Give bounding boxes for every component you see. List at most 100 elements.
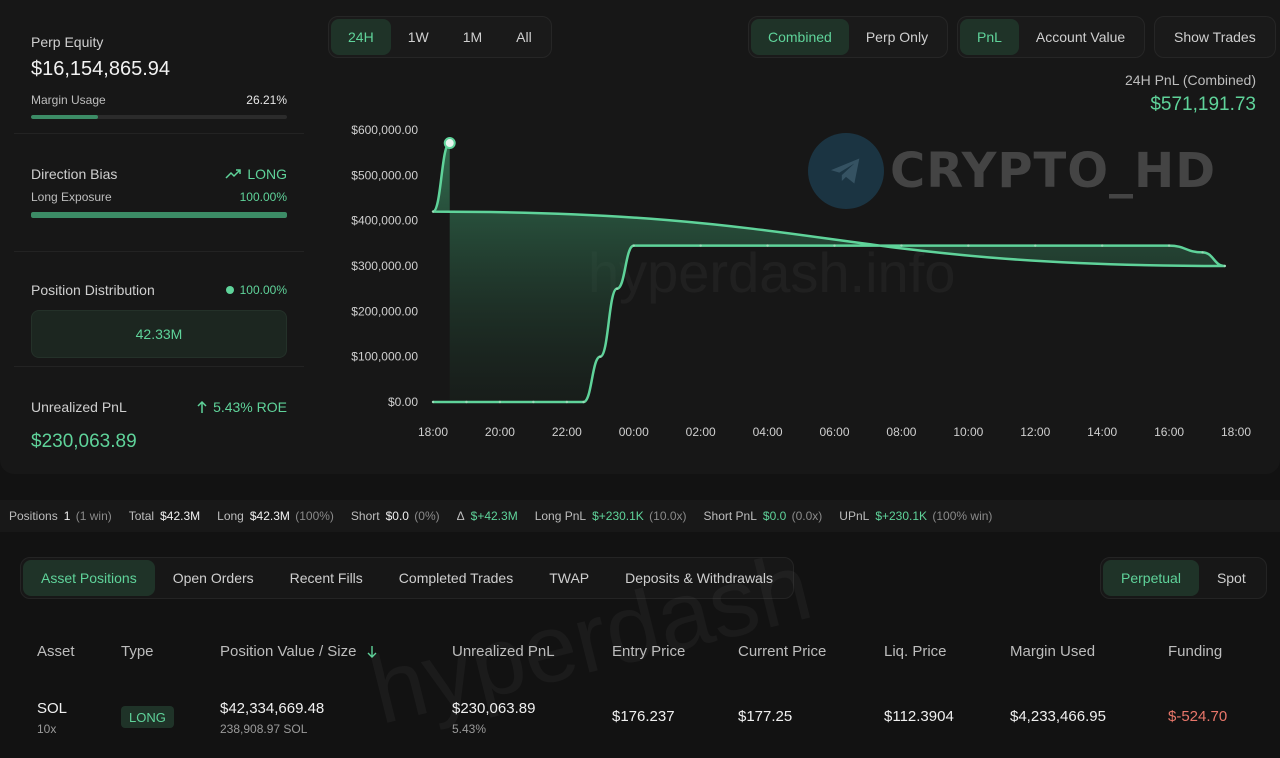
- data-point[interactable]: [967, 244, 970, 247]
- data-point[interactable]: [833, 244, 836, 247]
- x-tick-label: 22:00: [552, 425, 582, 439]
- liq-price: $112.3904: [884, 708, 954, 725]
- summary-long-label: Long: [217, 509, 244, 523]
- pnl-chart[interactable]: $0.00 $100,000.00 $200,000.00 $300,000.00 $4…: [330, 112, 1270, 452]
- tab-open-orders[interactable]: Open Orders: [155, 560, 272, 596]
- header-position-value-label: Position Value / Size: [220, 643, 357, 660]
- y-tick-label: $600,000.00: [351, 123, 418, 137]
- summary-delta-label: Δ: [456, 509, 465, 523]
- x-tick-label: 18:00: [418, 425, 448, 439]
- data-point[interactable]: [1167, 244, 1171, 247]
- positions-summary-bar: Positions 1 (1 win) Total $42.3M Long $42.3…: [0, 500, 1280, 532]
- data-point[interactable]: [766, 244, 769, 247]
- margin-usage-value: 26.21%: [246, 93, 287, 107]
- data-point[interactable]: [1223, 264, 1227, 268]
- margin-usage-bar: [31, 115, 287, 119]
- tab-recent-fills[interactable]: Recent Fills: [272, 560, 381, 596]
- tab-asset-positions[interactable]: Asset Positions: [23, 560, 155, 596]
- range-1w-button[interactable]: 1W: [391, 19, 446, 55]
- mode-toggle: Combined Perp Only: [748, 16, 949, 58]
- direction-bias-label: Direction Bias: [31, 166, 118, 182]
- header-entry-price[interactable]: Entry Price: [612, 643, 685, 660]
- asset-leverage: 10x: [37, 722, 57, 736]
- y-tick-label: $300,000.00: [351, 259, 418, 273]
- distribution-dot-icon: [225, 286, 234, 294]
- margin-used: $4,233,466.95: [1010, 708, 1106, 725]
- data-point[interactable]: [615, 287, 619, 290]
- data-point[interactable]: [1100, 244, 1104, 247]
- funding-value: $-524.70: [1168, 708, 1228, 725]
- x-tick-label: 16:00: [1154, 425, 1184, 439]
- header-unrealized-pnl[interactable]: Unrealized PnL: [452, 643, 555, 660]
- header-margin-used[interactable]: Margin Used: [1010, 643, 1095, 660]
- y-tick-label: $500,000.00: [351, 168, 418, 182]
- y-tick-label: $0.00: [388, 395, 418, 409]
- x-tick-label: 06:00: [819, 425, 849, 439]
- x-tick-label: 14:00: [1087, 425, 1117, 439]
- data-point[interactable]: [498, 400, 502, 404]
- long-exposure-fill: [31, 212, 287, 218]
- entry-price: $176.237: [612, 708, 675, 725]
- x-tick-label: 18:00: [1221, 425, 1251, 439]
- header-asset[interactable]: Asset: [37, 643, 75, 660]
- pnl-button[interactable]: PnL: [960, 19, 1019, 55]
- direction-bias-card: Direction Bias LONG Long Exposure 100.00…: [14, 134, 304, 252]
- data-point[interactable]: [1201, 251, 1204, 254]
- header-position-value[interactable]: Position Value / Size: [220, 643, 378, 660]
- perp-equity-value: $16,154,865.94: [31, 58, 171, 80]
- range-1m-button[interactable]: 1M: [446, 19, 499, 55]
- data-point[interactable]: [565, 400, 569, 404]
- data-point[interactable]: [599, 355, 602, 358]
- summary-shortpnl-label: Short PnL: [703, 509, 757, 523]
- data-point[interactable]: [632, 244, 635, 247]
- latest-point[interactable]: [443, 137, 456, 150]
- y-tick-label: $400,000.00: [351, 214, 418, 228]
- data-point[interactable]: [431, 400, 435, 404]
- data-point[interactable]: [582, 400, 585, 404]
- pnl-area: [433, 143, 1225, 402]
- range-all-button[interactable]: All: [499, 19, 549, 55]
- perp-equity-label: Perp Equity: [31, 34, 104, 50]
- summary-upnl-label: UPnL: [839, 509, 870, 523]
- data-point[interactable]: [1034, 244, 1037, 247]
- data-point[interactable]: [900, 244, 903, 247]
- summary-shortpnl-note: (0.0x): [791, 509, 823, 523]
- position-size: 238,908.97 SOL: [220, 722, 308, 736]
- summary-long-note: (100%): [295, 509, 334, 523]
- y-tick-label: $200,000.00: [351, 304, 418, 318]
- summary-upnl-note: (100% win): [932, 509, 993, 523]
- arrow-down-icon: [367, 645, 377, 658]
- header-liq-price[interactable]: Liq. Price: [884, 643, 947, 660]
- combined-button[interactable]: Combined: [751, 19, 849, 55]
- data-point[interactable]: [699, 244, 702, 247]
- row-unrealized-pnl: $230,063.89: [452, 700, 536, 717]
- summary-short-note: (0%): [414, 509, 440, 523]
- summary-total-label: Total: [128, 509, 155, 523]
- summary-upnl-value: $+230.1K: [875, 509, 928, 523]
- arrow-up-icon: [197, 400, 207, 413]
- distribution-segment[interactable]: 42.33M: [31, 310, 287, 358]
- show-trades-button[interactable]: Show Trades: [1157, 19, 1273, 55]
- header-funding[interactable]: Funding: [1168, 643, 1222, 660]
- data-point[interactable]: [532, 400, 535, 404]
- range-24h-button[interactable]: 24H: [331, 19, 391, 55]
- perp-only-button[interactable]: Perp Only: [849, 19, 945, 55]
- tab-completed-trades[interactable]: Completed Trades: [381, 560, 531, 596]
- account-value-button[interactable]: Account Value: [1019, 19, 1142, 55]
- chart-title: 24H PnL (Combined): [1125, 72, 1256, 88]
- unrealized-pnl-card: Unrealized PnL 5.43% ROE $230,063.89: [14, 367, 304, 453]
- margin-usage-fill: [31, 115, 99, 119]
- tab-spot[interactable]: Spot: [1199, 560, 1264, 596]
- summary-shortpnl-value: $0.0: [762, 509, 787, 523]
- header-current-price[interactable]: Current Price: [738, 643, 826, 660]
- asset-name: SOL: [37, 700, 68, 717]
- summary-long-value: $42.3M: [249, 509, 290, 523]
- position-distribution-label: Position Distribution: [31, 282, 155, 298]
- header-type[interactable]: Type: [121, 643, 154, 660]
- summary-longpnl-note: (10.0x): [649, 509, 687, 523]
- tab-perpetual[interactable]: Perpetual: [1103, 560, 1199, 596]
- data-point[interactable]: [465, 400, 468, 404]
- position-distribution-value: 100.00%: [239, 283, 287, 297]
- data-point[interactable]: [431, 210, 435, 213]
- long-exposure-bar: [31, 212, 287, 218]
